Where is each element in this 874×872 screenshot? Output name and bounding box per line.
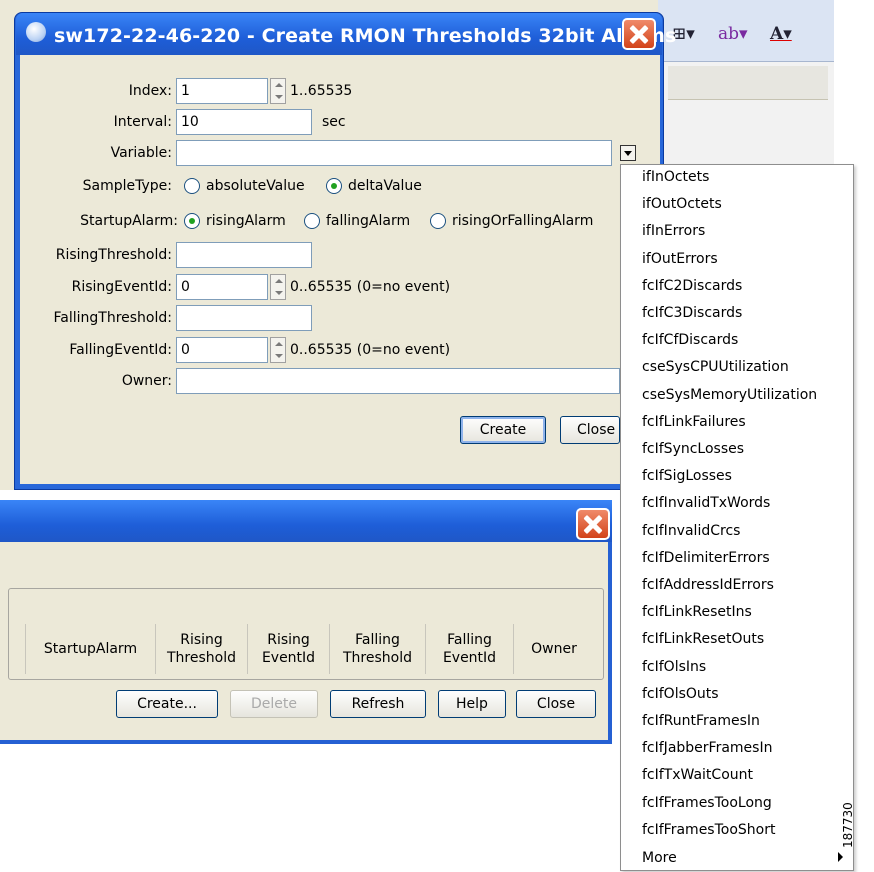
refresh-button[interactable]: Refresh <box>330 690 426 718</box>
sampletype-label: SampleType: <box>82 178 172 194</box>
menu-item[interactable]: cseSysCPUUtilization <box>642 354 789 381</box>
menu-item[interactable]: ifOutErrors <box>642 246 718 273</box>
menu-item[interactable]: fcIfC2Discards <box>642 273 742 300</box>
column-header-partial <box>8 624 26 674</box>
chevron-down-icon[interactable] <box>620 145 636 161</box>
startup-falling-label[interactable]: fallingAlarm <box>326 211 410 231</box>
rising-eventid-hint: 0..65535 (0=no event) <box>290 279 451 295</box>
interval-unit: sec <box>322 114 346 130</box>
menu-item[interactable]: fcIfLinkResetIns <box>642 599 752 626</box>
falling-eventid-label: FallingEventId: <box>69 342 172 358</box>
menu-item[interactable]: ifInErrors <box>642 218 705 245</box>
falling-eventid-input[interactable]: 0 <box>176 337 268 363</box>
index-range-hint: 1..65535 <box>290 83 353 99</box>
variable-label: Variable: <box>110 145 172 161</box>
menu-item[interactable]: cseSysMemoryUtilization <box>642 382 817 409</box>
column-header-rising-eventid[interactable]: Rising EventId <box>248 624 330 674</box>
startup-risingorfalling-label[interactable]: risingOrFallingAlarm <box>452 211 593 231</box>
menu-item[interactable]: fcIfOlsOuts <box>642 681 719 708</box>
sampletype-absolute-label[interactable]: absoluteValue <box>206 176 305 196</box>
menu-item[interactable]: fcIfSigLosses <box>642 463 732 490</box>
falling-threshold-label: FallingThreshold: <box>53 310 173 326</box>
sampletype-delta-radio[interactable] <box>326 178 342 194</box>
column-header-falling-eventid[interactable]: Falling EventId <box>426 624 514 674</box>
rising-eventid-spinner[interactable] <box>270 274 286 300</box>
index-input[interactable]: 1 <box>176 78 268 104</box>
menu-item[interactable]: fcIfTxWaitCount <box>642 762 753 789</box>
menu-item[interactable]: fcIfInvalidCrcs <box>642 518 740 545</box>
startupalarm-label: StartupAlarm: <box>80 213 178 229</box>
menu-item[interactable]: fcIfLinkResetOuts <box>642 626 764 653</box>
index-label: Index: <box>128 83 172 99</box>
index-spinner[interactable] <box>270 78 286 104</box>
menu-item[interactable]: fcIfSyncLosses <box>642 436 744 463</box>
interval-input[interactable]: 10 <box>176 109 312 135</box>
menu-item[interactable]: ifInOctets <box>642 164 709 191</box>
falling-eventid-hint: 0..65535 (0=no event) <box>290 342 451 358</box>
startup-falling-radio[interactable] <box>304 213 320 229</box>
menu-item[interactable]: fcIfAddressIdErrors <box>642 572 774 599</box>
startup-rising-label[interactable]: risingAlarm <box>206 211 286 231</box>
close-list-button[interactable]: Close <box>516 690 596 718</box>
background-ruler <box>668 66 828 100</box>
startup-risingorfalling-radio[interactable] <box>430 213 446 229</box>
create-row-button[interactable]: Create... <box>116 690 218 718</box>
close-button[interactable]: Close <box>560 416 620 444</box>
column-header-startupalarm[interactable]: StartupAlarm <box>26 624 156 674</box>
menu-item[interactable]: ifOutOctets <box>642 191 722 218</box>
menu-item[interactable]: fcIfC3Discards <box>642 300 742 327</box>
falling-threshold-input[interactable] <box>176 305 312 331</box>
close-icon[interactable] <box>622 18 656 50</box>
startup-rising-radio[interactable] <box>184 213 200 229</box>
owner-label: Owner: <box>121 373 172 389</box>
column-header-rising-threshold[interactable]: Rising Threshold <box>156 624 248 674</box>
chevron-right-icon <box>838 852 843 862</box>
create-button[interactable]: Create <box>460 416 546 444</box>
variable-combo-input[interactable] <box>176 140 612 166</box>
menu-item[interactable]: fcIfRuntFramesIn <box>642 708 760 735</box>
column-header-owner[interactable]: Owner <box>514 624 594 674</box>
rising-eventid-input[interactable]: 0 <box>176 274 268 300</box>
help-button[interactable]: Help <box>438 690 506 718</box>
menu-item[interactable]: fcIfInvalidTxWords <box>642 490 770 517</box>
threshold-list-titlebar[interactable] <box>0 500 612 542</box>
app-icon <box>26 22 46 42</box>
column-header-falling-threshold[interactable]: Falling Threshold <box>330 624 426 674</box>
menu-item[interactable]: fcIfCfDiscards <box>642 327 738 354</box>
delete-button[interactable]: Delete <box>230 690 318 718</box>
menu-item[interactable]: fcIfOlsIns <box>642 654 706 681</box>
rising-threshold-input[interactable] <box>176 242 312 268</box>
menu-item[interactable]: fcIfDelimiterErrors <box>642 545 770 572</box>
menu-item-more[interactable]: More <box>642 845 677 872</box>
highlight-icon: ab▾ <box>718 24 748 44</box>
menu-item[interactable]: fcIfJabberFramesIn <box>642 735 772 762</box>
falling-eventid-spinner[interactable] <box>270 337 286 363</box>
sampletype-delta-label[interactable]: deltaValue <box>348 176 422 196</box>
menu-item[interactable]: fcIfLinkFailures <box>642 409 746 436</box>
dialog-title: sw172-22-46-220 - Create RMON Thresholds… <box>54 25 677 47</box>
font-color-icon: A▾ <box>770 24 792 44</box>
close-icon[interactable] <box>576 508 610 540</box>
menu-item[interactable]: fcIfFramesTooShort <box>642 817 775 844</box>
owner-input[interactable] <box>176 368 620 394</box>
background-toolbar: ⊞▾ ab▾ A▾ <box>658 0 834 62</box>
interval-label: Interval: <box>113 114 172 130</box>
sampletype-absolute-radio[interactable] <box>184 178 200 194</box>
rising-threshold-label: RisingThreshold: <box>55 247 172 263</box>
menu-item[interactable]: fcIfFramesTooLong <box>642 790 772 817</box>
rising-eventid-label: RisingEventId: <box>71 279 172 295</box>
figure-number: 187730 <box>841 802 855 848</box>
